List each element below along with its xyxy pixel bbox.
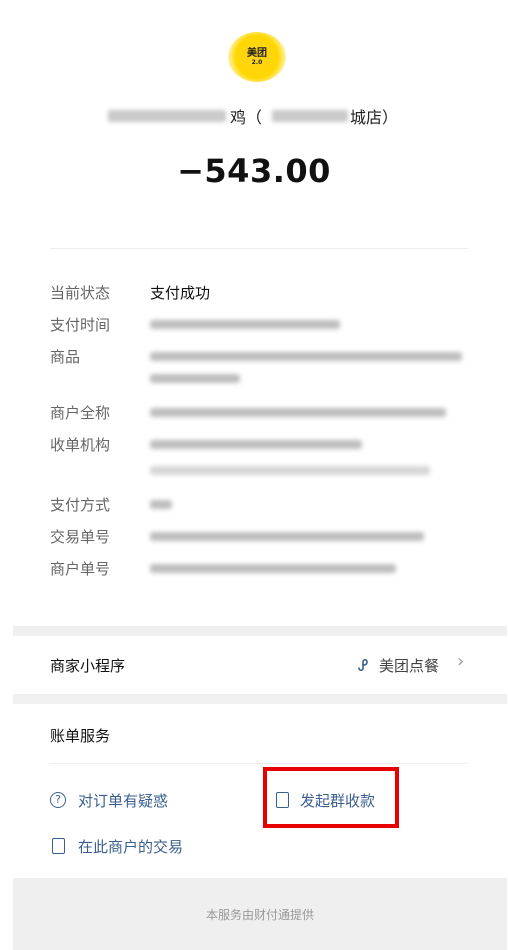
trade-no-label: 交易单号 — [50, 528, 111, 546]
acquirer-label: 收单机构 — [50, 436, 111, 454]
goods-value-redacted-2 — [150, 374, 240, 383]
logo-text: 美团 — [247, 47, 267, 59]
mini-program-label: 商家小程序 — [50, 657, 126, 675]
merchant-name-part2: 城店） — [350, 108, 399, 127]
merchant-name-part1: 鸡（ — [230, 108, 263, 127]
merchant-name: 鸡（ 城店） — [0, 104, 508, 127]
pay-time-value-redacted — [150, 320, 340, 329]
logo-subtext: 2.0 — [251, 58, 263, 66]
mini-program-row[interactable]: 商家小程序 美团点餐 › — [13, 636, 507, 694]
trade-no-value-redacted — [150, 532, 424, 541]
merchant-full-label: 商户全称 — [50, 404, 111, 422]
mini-program-app-name: 美团点餐 — [379, 657, 440, 675]
order-question-label: 对订单有疑惑 — [78, 792, 169, 810]
bill-service-title: 账单服务 — [50, 727, 111, 745]
question-circle-icon: ? — [50, 792, 66, 808]
pay-method-value-redacted — [150, 500, 172, 509]
footer-text: 本服务由财付通提供 — [205, 907, 314, 922]
pay-method-label: 支付方式 — [50, 496, 111, 514]
merchant-logo: 美团 2.0 — [228, 32, 286, 82]
section-gap — [13, 626, 507, 636]
status-label: 当前状态 — [50, 284, 111, 302]
chevron-right-icon: › — [457, 651, 465, 672]
highlight-box — [263, 767, 399, 828]
goods-label: 商品 — [50, 348, 81, 366]
payment-amount: −543.00 — [177, 152, 331, 190]
divider — [50, 763, 468, 764]
pay-time-label: 支付时间 — [50, 316, 111, 334]
merchant-full-value-redacted — [150, 408, 446, 417]
merchant-no-value-redacted — [150, 564, 396, 573]
footer: 本服务由财付通提供 — [13, 878, 507, 950]
status-value: 支付成功 — [150, 284, 211, 302]
divider — [50, 248, 468, 249]
merchant-trades-link[interactable]: 在此商户的交易 — [50, 834, 220, 858]
document-icon — [52, 838, 65, 854]
section-gap-2 — [13, 694, 507, 704]
acquirer-value-redacted — [150, 440, 362, 449]
merchant-trades-label: 在此商户的交易 — [78, 838, 184, 856]
goods-value-redacted — [150, 352, 462, 361]
acquirer-subtext-redacted — [150, 466, 430, 475]
redacted-merchant-branch — [272, 110, 348, 122]
order-question-link[interactable]: ? 对订单有疑惑 — [50, 788, 200, 812]
redacted-merchant-prefix — [108, 110, 226, 122]
mini-program-icon — [358, 658, 368, 672]
merchant-no-label: 商户单号 — [50, 560, 111, 578]
